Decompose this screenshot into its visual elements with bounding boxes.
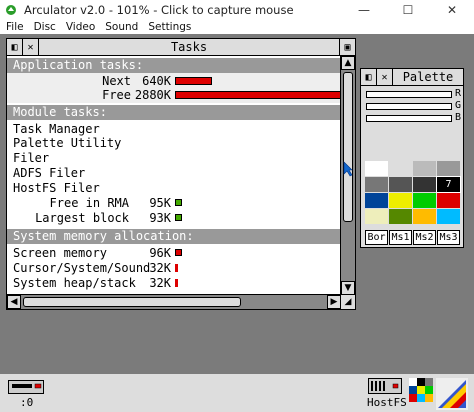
free-in-rma-label: Free in RMA [49, 196, 129, 210]
mouse2-button[interactable]: Ms2 [413, 230, 436, 245]
scroll-left-icon[interactable]: ◀ [7, 295, 21, 309]
hostfs-label[interactable]: HostFS [367, 396, 407, 409]
riscos-desktop[interactable]: ◧ ✕ Tasks ▣ Application tasks: Next 640K… [0, 34, 474, 412]
scroll-up-icon[interactable]: ▲ [341, 56, 355, 70]
module-item[interactable]: HostFS Filer [13, 181, 100, 195]
menu-file[interactable]: File [6, 21, 24, 33]
screen-memory-label: Screen memory [13, 246, 107, 260]
system-heap-stack-indicator[interactable] [175, 279, 178, 287]
host-menubar: File Disc Video Sound Settings [0, 20, 474, 34]
menu-sound[interactable]: Sound [105, 21, 138, 33]
system-memory-header: System memory allocation: [7, 229, 341, 244]
blue-channel-label: B [455, 112, 462, 123]
module-item[interactable]: Task Manager [13, 122, 100, 136]
acorn-logo-icon[interactable] [436, 378, 468, 410]
toggle-size-icon[interactable]: ▣ [339, 39, 355, 55]
red-slider[interactable] [366, 91, 452, 98]
minimize-button[interactable]: — [342, 0, 386, 20]
colour-swatch[interactable] [437, 209, 460, 224]
colour-swatch[interactable] [365, 209, 388, 224]
free-in-rma-value: 95K [149, 196, 171, 210]
host-titlebar: Arculator v2.0 - 101% - Click to capture… [0, 0, 474, 20]
largest-block-value: 93K [149, 211, 171, 225]
colour-swatch[interactable] [413, 209, 436, 224]
palette-back-icon[interactable]: ◧ [361, 69, 377, 85]
palette-title-bar[interactable]: ◧ ✕ Palette [361, 69, 463, 86]
red-channel-label: R [455, 88, 462, 99]
border-button[interactable]: Bor [365, 230, 388, 245]
mouse-pointer-icon [343, 161, 353, 177]
green-slider[interactable] [366, 103, 452, 110]
system-heap-stack-value: 32K [149, 276, 171, 290]
vertical-scroll-thumb[interactable] [343, 72, 353, 222]
cursor-system-sound-label: Cursor/System/Sound [13, 261, 151, 275]
scroll-down-icon[interactable]: ▼ [341, 281, 355, 295]
tasks-horizontal-scrollbar[interactable]: ◀ ▶ [7, 294, 341, 309]
resize-icon[interactable]: ◢ [340, 294, 355, 309]
colour-swatch[interactable] [437, 193, 460, 208]
colour-swatch[interactable] [413, 177, 436, 192]
floppy-drive-icon[interactable] [8, 380, 44, 394]
system-heap-stack-label: System heap/stack [13, 276, 136, 290]
application-tasks-header: Application tasks: [7, 58, 341, 73]
module-item[interactable]: ADFS Filer [13, 166, 85, 180]
next-label: Next [102, 74, 131, 88]
close-icon[interactable]: ✕ [23, 39, 39, 55]
menu-video[interactable]: Video [66, 21, 95, 33]
free-label: Free [102, 88, 131, 102]
largest-block-label: Largest block [35, 211, 129, 225]
colour-swatch[interactable]: 7 [436, 176, 461, 193]
palette-window-title: Palette [402, 70, 454, 84]
palette-close-icon[interactable]: ✕ [377, 69, 393, 85]
next-value: 640K [142, 74, 171, 88]
scroll-right-icon[interactable]: ▶ [327, 295, 341, 309]
free-memory-bar[interactable] [175, 91, 341, 99]
tasks-window-title: Tasks [170, 40, 208, 54]
maximize-button[interactable]: ☐ [386, 0, 430, 20]
mouse3-button[interactable]: Ms3 [437, 230, 460, 245]
colour-swatch[interactable] [437, 161, 460, 176]
cursor-system-sound-indicator[interactable] [175, 264, 178, 272]
cursor-system-sound-value: 32K [149, 261, 171, 275]
colour-swatch[interactable] [389, 161, 412, 176]
colour-swatch[interactable] [389, 177, 412, 192]
horizontal-scroll-thumb[interactable] [23, 297, 241, 307]
mouse1-button[interactable]: Ms1 [389, 230, 412, 245]
palette-window: ◧ ✕ Palette R G B 7 Bor Ms1 Ms2 Ms3 [360, 68, 464, 248]
hostfs-icon[interactable] [368, 378, 402, 394]
next-memory-bar[interactable] [175, 77, 212, 85]
module-item[interactable]: Palette Utility [13, 136, 121, 150]
green-channel-label: G [455, 100, 462, 111]
colour-swatch[interactable] [389, 209, 412, 224]
close-button[interactable]: ✕ [430, 0, 474, 20]
screen-memory-indicator[interactable] [175, 249, 182, 256]
drive-label[interactable]: :0 [20, 396, 33, 409]
riscos-iconbar: :0 HostFS [0, 374, 474, 412]
colour-swatch[interactable] [413, 161, 436, 176]
menu-settings[interactable]: Settings [148, 21, 191, 33]
colour-swatch[interactable] [365, 161, 388, 176]
screen-memory-value: 96K [149, 246, 171, 260]
free-value: 2880K [134, 88, 171, 102]
palette-content: R G B 7 Bor Ms1 Ms2 Ms3 [361, 86, 463, 247]
arculator-app-icon [4, 3, 18, 17]
tasks-window: ◧ ✕ Tasks ▣ Application tasks: Next 640K… [6, 38, 356, 310]
colour-swatch[interactable] [365, 193, 388, 208]
colour-swatch[interactable] [389, 193, 412, 208]
module-tasks-header: Module tasks: [7, 105, 341, 120]
free-in-rma-indicator[interactable] [175, 199, 182, 206]
display-palette-icon[interactable] [409, 378, 433, 408]
back-icon[interactable]: ◧ [7, 39, 23, 55]
largest-block-indicator[interactable] [175, 214, 182, 221]
blue-slider[interactable] [366, 115, 452, 122]
colour-swatch[interactable] [413, 193, 436, 208]
tasks-title-bar[interactable]: ◧ ✕ Tasks ▣ [7, 39, 355, 56]
menu-disc[interactable]: Disc [34, 21, 56, 33]
tasks-content: Application tasks: Next 640K Free 2880K … [7, 56, 341, 295]
colour-swatch[interactable] [365, 177, 388, 192]
host-window-title: Arculator v2.0 - 101% - Click to capture… [24, 3, 294, 17]
module-item[interactable]: Filer [13, 151, 49, 165]
